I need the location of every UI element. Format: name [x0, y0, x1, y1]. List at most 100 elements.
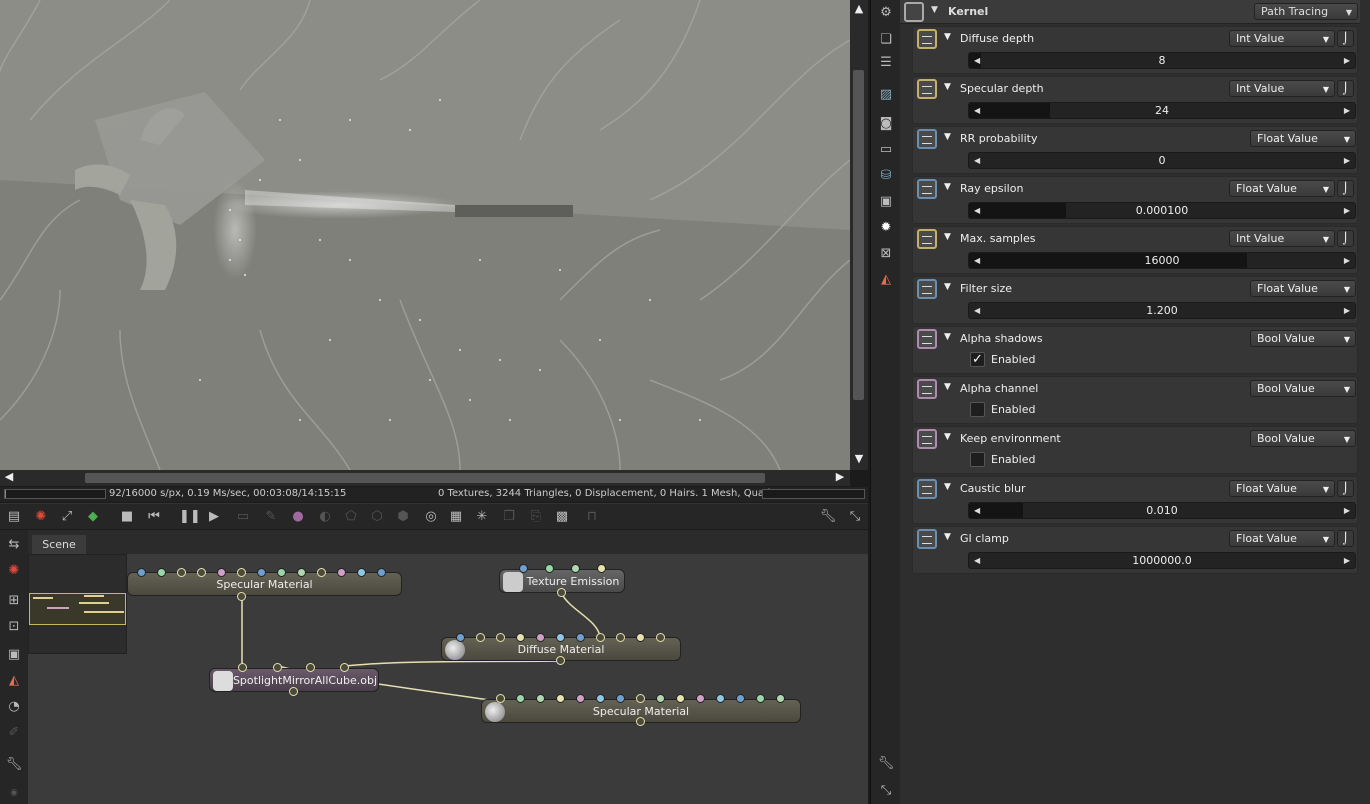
param-type-icon[interactable]: [917, 129, 937, 149]
play-icon[interactable]: ▶: [205, 508, 223, 526]
white-balance-icon[interactable]: ●: [289, 508, 307, 526]
node-pin[interactable]: [337, 568, 346, 577]
subsample-icon[interactable]: ✳: [473, 508, 491, 526]
node-pin[interactable]: [736, 694, 745, 703]
param-value-slider[interactable]: ◀ 1.200 ▶: [968, 302, 1356, 319]
wrench-icon[interactable]: 🔧︎: [819, 508, 837, 526]
node-pin[interactable]: [177, 568, 186, 577]
viewport-vertical-scrollbar[interactable]: ▲ ▼: [850, 0, 868, 470]
node-pin[interactable]: [516, 633, 525, 642]
autofocus-icon[interactable]: ✎: [262, 508, 280, 526]
collapse-icon[interactable]: ▼: [944, 182, 951, 192]
param-value-slider[interactable]: ◀ 0 ▶: [968, 152, 1356, 169]
param-value-slider[interactable]: ◀ 0.000100 ▶: [968, 202, 1356, 219]
focus-picker-icon[interactable]: ⬢: [394, 508, 412, 526]
node-pin[interactable]: [596, 694, 605, 703]
node-pin[interactable]: [496, 694, 505, 703]
scroll-right-icon[interactable]: ▶: [833, 471, 847, 483]
render-settings-icon[interactable]: ⚙: [877, 4, 895, 22]
enabled-checkbox[interactable]: [970, 402, 985, 417]
fullscreen-icon[interactable]: ⤡: [846, 508, 864, 526]
node-pin[interactable]: [217, 568, 226, 577]
increment-arrow-icon[interactable]: ▶: [1344, 53, 1350, 68]
param-type-icon[interactable]: [917, 179, 937, 199]
node-pin[interactable]: [237, 568, 246, 577]
copy-icon[interactable]: ❐: [500, 508, 518, 526]
database-icon[interactable]: ⛁: [877, 167, 895, 185]
viewport-horizontal-scrollbar[interactable]: ◀ ▶: [0, 470, 850, 486]
node-pin[interactable]: [476, 633, 485, 642]
collapse-icon[interactable]: ▼: [944, 482, 951, 492]
render-target-icon[interactable]: ✺: [32, 508, 50, 526]
node-input-pin[interactable]: [273, 663, 282, 672]
collapse-icon[interactable]: ▼: [944, 132, 951, 142]
fit-view-icon[interactable]: ⤢: [58, 508, 76, 526]
scroll-left-icon[interactable]: ◀: [2, 471, 16, 483]
node-pin[interactable]: [456, 633, 465, 642]
node-pin[interactable]: [776, 694, 785, 703]
animation-curve-icon[interactable]: ⌡: [1337, 80, 1354, 97]
scroll-up-icon[interactable]: ▲: [852, 3, 866, 15]
node-pin[interactable]: [656, 633, 665, 642]
node-pin[interactable]: [157, 568, 166, 577]
node-pin[interactable]: [596, 633, 605, 642]
node-pin[interactable]: [377, 568, 386, 577]
collapse-icon[interactable]: ▼: [944, 532, 951, 542]
texture-grid-icon[interactable]: ⊠: [877, 245, 895, 263]
param-type-dropdown[interactable]: Int Value ▼: [1229, 80, 1335, 97]
node-pin[interactable]: [597, 564, 606, 573]
node-pin[interactable]: [716, 694, 725, 703]
animation-curve-icon[interactable]: ⌡: [1337, 30, 1354, 47]
node-pin[interactable]: [257, 568, 266, 577]
node-pin[interactable]: [297, 568, 306, 577]
animation-curve-icon[interactable]: ⌡: [1337, 180, 1354, 197]
panel-wrench-icon[interactable]: 🔧︎: [877, 755, 895, 773]
viewport-lock-icon[interactable]: ⊓: [583, 508, 601, 526]
param-type-icon[interactable]: [917, 29, 937, 49]
node-pin[interactable]: [676, 694, 685, 703]
cube-icon[interactable]: ◆: [84, 508, 102, 526]
node-pin[interactable]: [696, 694, 705, 703]
node-output-pin[interactable]: [556, 656, 565, 665]
node-pin[interactable]: [197, 568, 206, 577]
node-pin[interactable]: [519, 564, 528, 573]
collapse-icon[interactable]: ▼: [944, 382, 951, 392]
param-value-slider[interactable]: ◀ 16000 ▶: [968, 252, 1356, 269]
list-icon[interactable]: ☰: [877, 54, 895, 72]
node-output-pin[interactable]: [237, 592, 246, 601]
node-pin[interactable]: [317, 568, 326, 577]
collapse-icon[interactable]: ▼: [944, 282, 951, 292]
node-pin[interactable]: [545, 564, 554, 573]
monitor-icon[interactable]: ▭: [877, 141, 895, 159]
camera-target-icon[interactable]: ⬡: [368, 508, 386, 526]
node-input-pin[interactable]: [306, 663, 315, 672]
kernel-mode-dropdown[interactable]: Path Tracing ▼: [1254, 3, 1358, 20]
node-pin[interactable]: [576, 694, 585, 703]
enabled-checkbox[interactable]: [970, 452, 985, 467]
param-value-slider[interactable]: ◀ 1000000.0 ▶: [968, 552, 1356, 569]
param-type-dropdown[interactable]: Bool Value ▼: [1250, 330, 1356, 347]
increment-arrow-icon[interactable]: ▶: [1344, 553, 1350, 568]
pause-icon[interactable]: ❚❚: [179, 508, 201, 526]
param-type-icon[interactable]: [917, 229, 937, 249]
node-pin[interactable]: [516, 694, 525, 703]
node-input-pin[interactable]: [340, 663, 349, 672]
horizontal-scroll-thumb[interactable]: [85, 473, 765, 483]
node-pin[interactable]: [576, 633, 585, 642]
viewport-menu-icon[interactable]: ▤: [5, 508, 23, 526]
node-pin[interactable]: [556, 694, 565, 703]
node-pin[interactable]: [636, 633, 645, 642]
node-pin[interactable]: [636, 694, 645, 703]
param-type-dropdown[interactable]: Bool Value ▼: [1250, 380, 1356, 397]
param-value-slider[interactable]: ◀ 8 ▶: [968, 52, 1356, 69]
material-picker-icon[interactable]: ◐: [316, 508, 334, 526]
node-pin[interactable]: [357, 568, 366, 577]
lock-view-icon[interactable]: ◎: [422, 508, 440, 526]
node-output-pin[interactable]: [289, 687, 298, 696]
node-pin[interactable]: [536, 694, 545, 703]
param-type-icon[interactable]: [917, 79, 937, 99]
node-pin[interactable]: [137, 568, 146, 577]
collapse-icon[interactable]: ▼: [944, 32, 951, 42]
param-type-icon[interactable]: [917, 279, 937, 299]
animation-curve-icon[interactable]: ⌡: [1337, 480, 1354, 497]
